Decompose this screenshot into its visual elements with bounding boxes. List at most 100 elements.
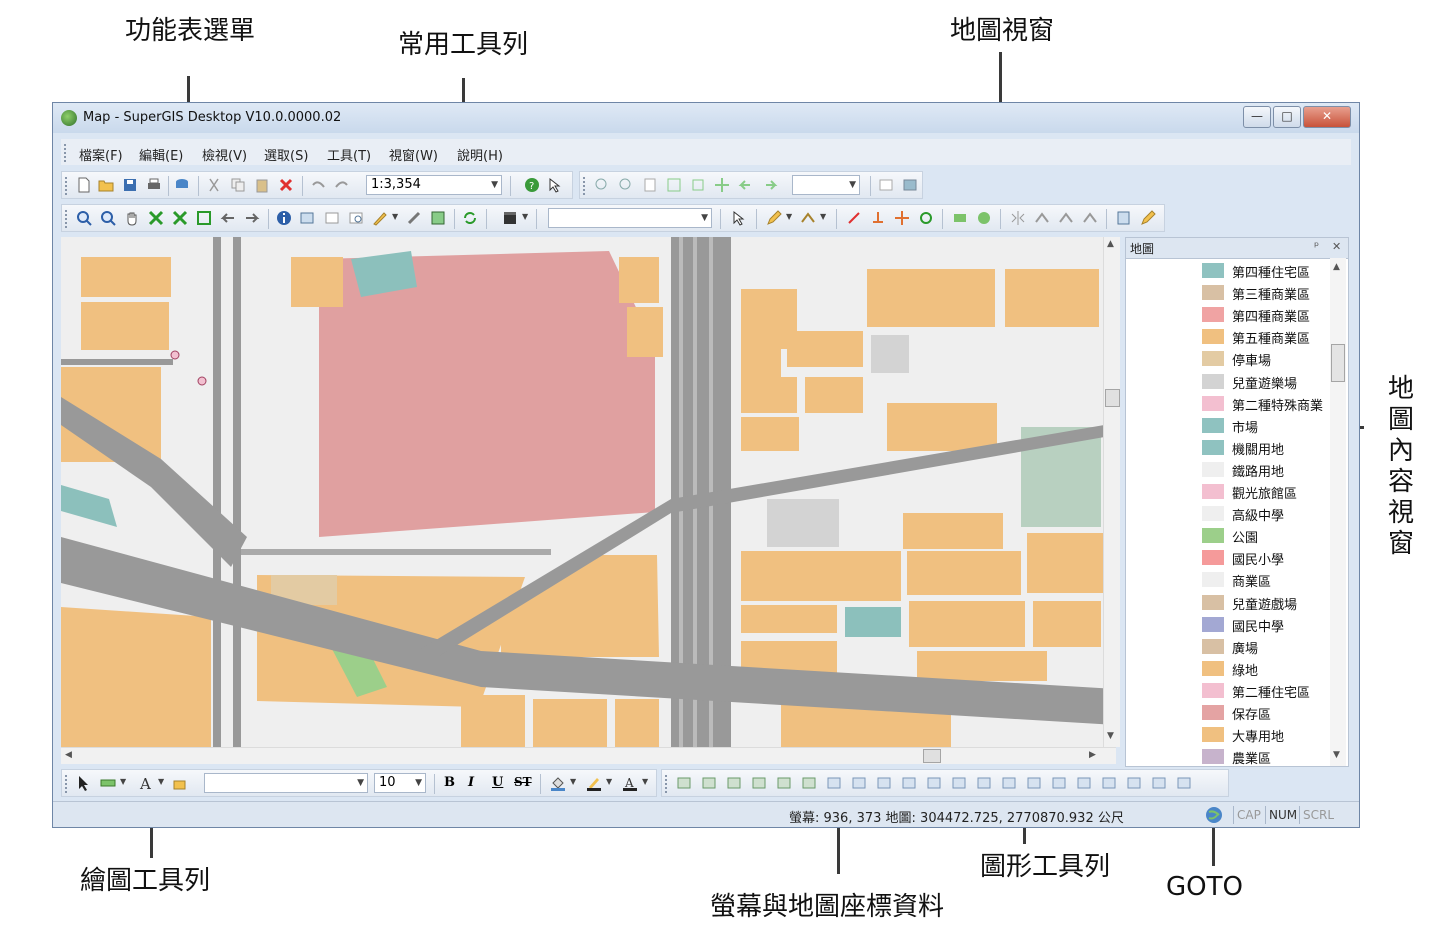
previous-extent-icon[interactable]: [738, 177, 754, 193]
scroll-left-icon[interactable]: ◀: [65, 750, 72, 760]
pin-icon[interactable]: ᵖ: [1314, 239, 1319, 253]
link-icon[interactable]: [406, 210, 422, 226]
chevron-down-icon[interactable]: ▼: [522, 212, 528, 221]
attributes-icon[interactable]: [1116, 210, 1132, 226]
scroll-thumb[interactable]: [1105, 389, 1120, 407]
flip-horizontal-icon[interactable]: [1151, 775, 1167, 791]
bring-to-front-icon[interactable]: [726, 775, 742, 791]
full-extent-icon[interactable]: [666, 177, 682, 193]
align-bottom-icon[interactable]: [951, 775, 967, 791]
map-horizontal-scrollbar[interactable]: ◀ ▶: [61, 747, 1116, 764]
add-data-icon[interactable]: [174, 177, 190, 193]
same-width-icon[interactable]: [1026, 775, 1042, 791]
new-file-icon[interactable]: [76, 177, 92, 193]
same-size-icon[interactable]: [1076, 775, 1092, 791]
toolbar-grip[interactable]: [65, 210, 69, 228]
send-to-back-icon[interactable]: [751, 775, 767, 791]
help-icon[interactable]: ?: [524, 177, 540, 193]
chevron-down-icon[interactable]: ▼: [570, 777, 576, 786]
sketch-pencil-icon[interactable]: [766, 210, 782, 226]
toolbar-grip[interactable]: [64, 144, 68, 162]
chevron-down-icon[interactable]: ▼: [158, 777, 164, 786]
menu-tools[interactable]: 工具(T): [327, 145, 371, 164]
chevron-down-icon[interactable]: ▼: [820, 212, 826, 221]
map-vertical-scrollbar[interactable]: ▲ ▼: [1103, 237, 1120, 747]
ungroup-icon[interactable]: [701, 775, 717, 791]
align-left-icon[interactable]: [826, 775, 842, 791]
scroll-down-icon[interactable]: ▼: [1333, 750, 1340, 760]
layer-extent-icon[interactable]: [690, 177, 706, 193]
circle-tool-icon[interactable]: [976, 210, 992, 226]
bring-forward-icon[interactable]: [776, 775, 792, 791]
chevron-down-icon[interactable]: ▼: [701, 209, 708, 227]
open-folder-icon[interactable]: [98, 177, 114, 193]
group-icon[interactable]: [676, 775, 692, 791]
chevron-down-icon[interactable]: ▼: [491, 176, 498, 194]
layout-icon[interactable]: [902, 177, 918, 193]
intersect-icon[interactable]: [1058, 210, 1074, 226]
toolbar-grip[interactable]: [65, 775, 69, 793]
align-middle-icon[interactable]: [926, 775, 942, 791]
distribute-vertical-icon[interactable]: [1001, 775, 1017, 791]
font-color-icon[interactable]: A: [622, 775, 638, 791]
underline-button[interactable]: U: [492, 775, 503, 790]
pan-arrows-icon[interactable]: [714, 177, 730, 193]
vertex-icon[interactable]: [870, 210, 886, 226]
scroll-up-icon[interactable]: ▲: [1107, 239, 1114, 249]
forward-arrow-icon[interactable]: [244, 210, 260, 226]
zoom-to-full-icon[interactable]: [148, 210, 164, 226]
menu-view[interactable]: 檢視(V): [202, 145, 247, 164]
zoom-in-icon[interactable]: [76, 210, 92, 226]
map-view[interactable]: [61, 237, 1116, 747]
undo-icon[interactable]: [310, 177, 326, 193]
align-top-icon[interactable]: [901, 775, 917, 791]
hyperlink-icon[interactable]: [324, 210, 340, 226]
map-canvas[interactable]: [61, 237, 1116, 747]
reshape-icon[interactable]: [800, 210, 816, 226]
menu-select[interactable]: 選取(S): [264, 145, 308, 164]
scroll-thumb[interactable]: [1331, 344, 1345, 382]
font-name-combo[interactable]: ▼: [204, 773, 368, 793]
chevron-down-icon[interactable]: ▼: [392, 212, 398, 221]
strikethrough-button[interactable]: ST: [514, 775, 532, 789]
clip-icon[interactable]: [1082, 210, 1098, 226]
send-backward-icon[interactable]: [801, 775, 817, 791]
zoom-in-fixed-icon[interactable]: [594, 177, 610, 193]
rectangle-tool-icon[interactable]: [952, 210, 968, 226]
rectangle-draw-icon[interactable]: [100, 775, 116, 791]
font-size-combo[interactable]: 10 ▼: [374, 773, 426, 793]
save-icon[interactable]: [122, 177, 138, 193]
flip-vertical-icon[interactable]: [1176, 775, 1192, 791]
line-color-icon[interactable]: [586, 775, 602, 791]
clapper-icon[interactable]: [502, 210, 518, 226]
toolbar-grip[interactable]: [65, 177, 69, 195]
menu-window[interactable]: 視窗(W): [389, 145, 438, 164]
rotate-right-icon[interactable]: [1126, 775, 1142, 791]
menu-edit[interactable]: 編輯(E): [139, 145, 183, 164]
zoom-out-icon[interactable]: [100, 210, 116, 226]
italic-button[interactable]: I: [468, 775, 474, 790]
callout-icon[interactable]: [172, 775, 188, 791]
toolbar-grip[interactable]: [665, 775, 669, 793]
whats-this-icon[interactable]: [548, 177, 564, 193]
maximize-button[interactable]: □: [1273, 106, 1301, 128]
fill-color-icon[interactable]: [550, 775, 566, 791]
chevron-down-icon[interactable]: ▼: [849, 176, 856, 194]
close-panel-icon[interactable]: ✕: [1332, 240, 1341, 253]
grid-select-icon[interactable]: [430, 210, 446, 226]
scroll-down-icon[interactable]: ▼: [1107, 731, 1114, 741]
target-layer-combo[interactable]: ▼: [548, 208, 712, 228]
menu-help[interactable]: 說明(H): [457, 145, 503, 164]
same-height-icon[interactable]: [1051, 775, 1067, 791]
select-features-icon[interactable]: [300, 210, 316, 226]
edit-arrow-icon[interactable]: [732, 210, 748, 226]
table-icon[interactable]: [878, 177, 894, 193]
scale-combo[interactable]: 1:3,354 ▼: [366, 175, 502, 195]
rotate-left-icon[interactable]: [1101, 775, 1117, 791]
zoom-extent-icon[interactable]: [196, 210, 212, 226]
chevron-down-icon[interactable]: ▼: [120, 777, 126, 786]
chevron-down-icon[interactable]: ▼: [415, 774, 422, 792]
split-icon[interactable]: [846, 210, 862, 226]
bold-button[interactable]: B: [444, 775, 455, 790]
mirror-icon[interactable]: [1010, 210, 1026, 226]
